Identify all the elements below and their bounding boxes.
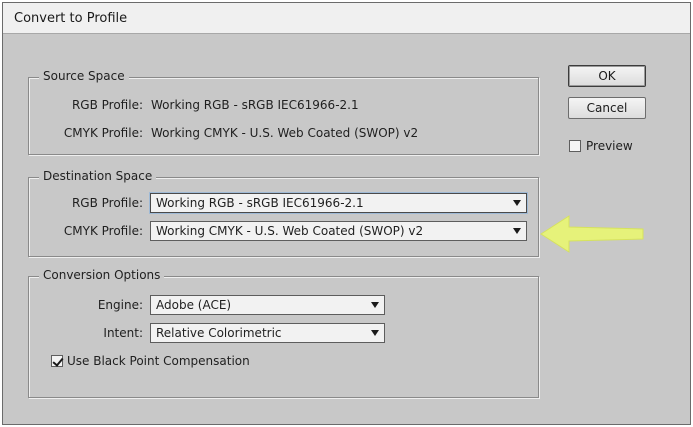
preview-label: Preview <box>586 139 633 153</box>
destination-cmyk-value: Working CMYK - U.S. Web Coated (SWOP) v2 <box>156 224 424 238</box>
conversion-options-legend: Conversion Options <box>39 268 165 282</box>
chevron-down-icon <box>371 330 379 336</box>
title-bar: Convert to Profile <box>3 3 690 34</box>
chevron-down-icon <box>513 228 521 234</box>
chevron-down-icon <box>371 302 379 308</box>
conversion-options-group: Conversion Options Engine: Adobe (ACE) I… <box>28 268 539 398</box>
dialog-body: Source Space RGB Profile: Working RGB - … <box>3 34 690 424</box>
dialog-title: Convert to Profile <box>14 11 128 26</box>
source-rgb-label: RGB Profile: <box>71 98 143 112</box>
black-point-label: Use Black Point Compensation <box>67 354 250 368</box>
cancel-button[interactable]: Cancel <box>568 97 646 119</box>
destination-cmyk-label: CMYK Profile: <box>63 224 143 238</box>
intent-label: Intent: <box>103 326 143 340</box>
destination-rgb-value: Working RGB - sRGB IEC61966-2.1 <box>156 196 364 210</box>
checkmark-icon <box>52 355 64 367</box>
destination-cmyk-select[interactable]: Working CMYK - U.S. Web Coated (SWOP) v2 <box>150 221 527 241</box>
intent-select[interactable]: Relative Colorimetric <box>150 323 385 343</box>
engine-label: Engine: <box>97 298 143 312</box>
engine-value: Adobe (ACE) <box>156 298 232 312</box>
yellow-arrow-icon <box>540 215 644 253</box>
preview-checkbox[interactable] <box>569 140 581 152</box>
source-rgb-value: Working RGB - sRGB IEC61966-2.1 <box>151 98 359 112</box>
destination-rgb-label: RGB Profile: <box>71 196 143 210</box>
intent-value: Relative Colorimetric <box>156 326 282 340</box>
engine-select[interactable]: Adobe (ACE) <box>150 295 385 315</box>
source-cmyk-value: Working CMYK - U.S. Web Coated (SWOP) v2 <box>151 126 419 140</box>
destination-rgb-select[interactable]: Working RGB - sRGB IEC61966-2.1 <box>150 193 527 213</box>
destination-space-group: Destination Space RGB Profile: Working R… <box>28 169 539 257</box>
destination-space-legend: Destination Space <box>39 169 157 183</box>
ok-button[interactable]: OK <box>568 65 646 87</box>
source-space-legend: Source Space <box>39 69 129 83</box>
chevron-down-icon <box>513 200 521 206</box>
convert-to-profile-dialog: Convert to Profile Source Space RGB Prof… <box>2 2 691 425</box>
source-space-group: Source Space RGB Profile: Working RGB - … <box>28 69 539 155</box>
black-point-checkbox[interactable] <box>51 355 64 367</box>
source-cmyk-label: CMYK Profile: <box>63 126 143 140</box>
